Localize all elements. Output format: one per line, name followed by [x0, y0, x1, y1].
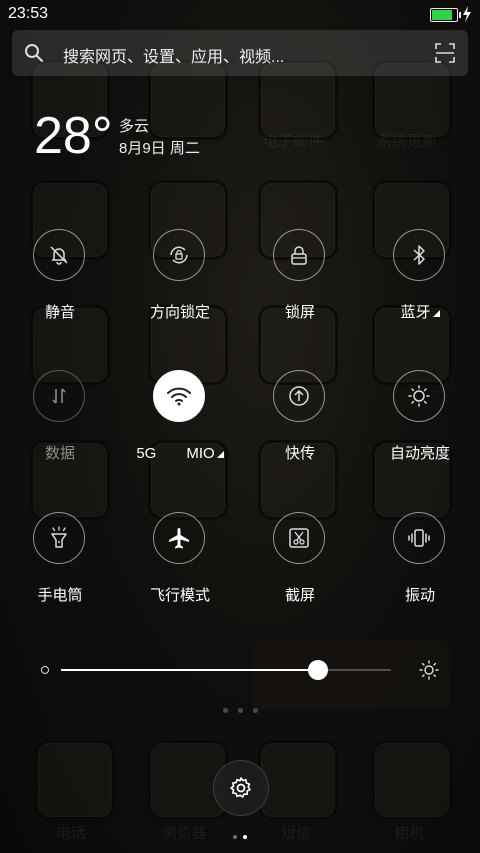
toggle-circle — [33, 370, 85, 422]
shade-page-indicator — [0, 826, 480, 844]
toggle-label: 蓝牙 — [360, 301, 480, 322]
lock-icon — [291, 246, 307, 265]
mobile-data-icon — [52, 388, 66, 404]
toggle-rotation-lock[interactable]: 方向锁定 — [120, 229, 240, 339]
toggle-label: 飞行模式 — [149, 587, 210, 604]
status-bar: 23:53 — [0, 0, 480, 28]
toggle-auto-brightness[interactable]: 自动亮度 — [360, 370, 480, 480]
toggle-airplane-mode[interactable]: 飞行模式 — [120, 512, 240, 622]
toggle-label: 5G MIO — [120, 442, 240, 463]
toggle-circle — [273, 512, 325, 564]
slider-fill — [61, 669, 319, 671]
toggle-label: 快传 — [284, 445, 315, 462]
battery-tip — [459, 12, 461, 18]
toggle-flashlight[interactable]: 手电筒 — [0, 512, 120, 622]
search-input[interactable]: 搜索网页、设置、应用、视频... — [63, 43, 284, 67]
toggle-wifi[interactable]: 5G MIO — [120, 370, 240, 480]
brightness-auto-icon — [408, 385, 430, 407]
toggle-circle — [153, 229, 205, 281]
charging-icon — [463, 6, 471, 22]
page-dot — [252, 708, 258, 713]
bell-off-icon — [50, 246, 68, 265]
brightness-high-icon — [419, 660, 439, 680]
toggle-circle — [393, 512, 445, 564]
screenshot-icon — [289, 528, 309, 548]
toggle-label: 手电筒 — [37, 587, 83, 604]
toggle-label: 静音 — [44, 304, 75, 321]
page-dot-active — [243, 835, 247, 839]
expand-indicator-icon — [216, 451, 224, 458]
toggle-screenshot[interactable]: 截屏 — [240, 512, 360, 622]
toggle-silent[interactable]: 静音 — [0, 229, 120, 339]
wifi-icon — [167, 387, 191, 406]
weather-date: 8月9日 周二 — [119, 140, 200, 157]
toggle-label: 数据 — [44, 445, 75, 462]
gear-icon — [230, 777, 251, 798]
toggle-circle — [153, 370, 205, 422]
toggle-mobile-data[interactable]: 数据 — [0, 370, 120, 480]
airplane-icon — [169, 528, 189, 549]
toggle-label-text: 5G MIO — [136, 445, 215, 462]
settings-button[interactable] — [213, 760, 269, 816]
rotation-lock-icon — [170, 246, 188, 264]
toggle-label: 锁屏 — [284, 304, 315, 321]
search-icon — [25, 44, 43, 62]
share-upload-icon — [289, 386, 309, 406]
toggle-quick-share[interactable]: 快传 — [240, 370, 360, 480]
search-bar[interactable]: 搜索网页、设置、应用、视频... — [12, 30, 468, 76]
slider-thumb[interactable] — [308, 660, 329, 680]
slider-track[interactable] — [61, 660, 391, 680]
status-time: 23:53 — [8, 5, 49, 22]
bluetooth-icon — [413, 245, 425, 265]
toggle-label: 自动亮度 — [389, 445, 450, 462]
toggle-label-text: 蓝牙 — [400, 304, 431, 321]
toggle-circle — [273, 370, 325, 422]
page-dot — [233, 835, 237, 839]
home-page-indicator — [0, 700, 480, 718]
toggle-circle — [393, 229, 445, 281]
battery-icon — [430, 8, 461, 22]
flashlight-icon — [51, 526, 67, 548]
brightness-slider[interactable] — [35, 655, 445, 685]
toggle-label: 截屏 — [284, 587, 315, 604]
scan-icon[interactable] — [435, 43, 455, 63]
toggle-vibrate[interactable]: 振动 — [360, 512, 480, 622]
toggle-circle — [153, 512, 205, 564]
toggle-lock-screen[interactable]: 锁屏 — [240, 229, 360, 339]
vibrate-icon — [408, 529, 430, 547]
weather-condition: 多云 — [119, 118, 150, 135]
toggle-circle — [33, 229, 85, 281]
toggle-circle — [33, 512, 85, 564]
toggle-label: 方向锁定 — [149, 304, 210, 321]
expand-indicator-icon — [432, 310, 440, 317]
toggle-label: 振动 — [404, 587, 435, 604]
page-dot — [222, 708, 228, 713]
brightness-low-icon — [41, 666, 49, 674]
toggle-circle — [393, 370, 445, 422]
weather-temperature[interactable]: 28° — [34, 108, 113, 164]
battery-level — [432, 10, 453, 20]
toggle-circle — [273, 229, 325, 281]
toggle-bluetooth[interactable]: 蓝牙 — [360, 229, 480, 339]
page-dot — [237, 708, 243, 713]
